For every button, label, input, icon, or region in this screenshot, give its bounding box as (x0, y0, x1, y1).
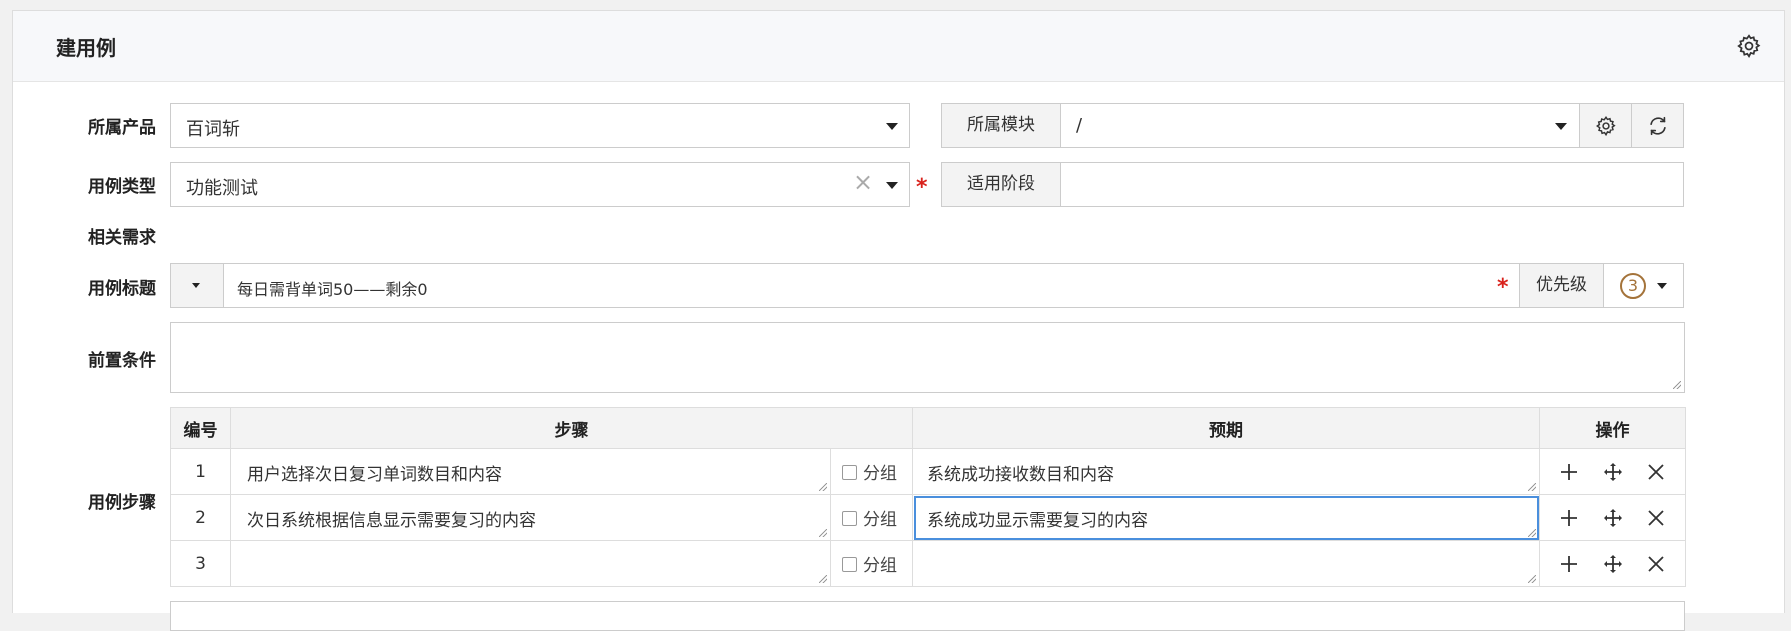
row-actions (1539, 448, 1686, 495)
page-title: 建用例 (56, 36, 116, 60)
plus-icon[interactable] (1559, 554, 1579, 574)
step-text: 次日系统根据信息显示需要复习的内容 (247, 511, 536, 531)
type-label: 用例类型 (88, 177, 156, 197)
group-checkbox[interactable] (842, 557, 857, 572)
chevron-down-icon (192, 283, 200, 288)
resize-handle[interactable] (1528, 575, 1536, 583)
chevron-down-icon (886, 182, 898, 189)
chevron-down-icon (1555, 123, 1567, 130)
title-input[interactable]: 每日需背单词50——剩余0 * (223, 263, 1520, 308)
resize-handle[interactable] (819, 529, 827, 537)
col-header-expect: 预期 (912, 407, 1540, 449)
type-value: 功能测试 (186, 178, 258, 199)
move-icon[interactable] (1603, 508, 1623, 528)
step-textarea[interactable] (230, 540, 831, 587)
col-header-actions: 操作 (1539, 407, 1686, 449)
close-icon[interactable] (1646, 554, 1666, 574)
chevron-down-icon (1657, 283, 1667, 289)
gear-icon (1596, 116, 1616, 137)
group-checkbox[interactable] (842, 511, 857, 526)
module-select[interactable]: / (1060, 103, 1580, 148)
module-refresh-button[interactable] (1631, 103, 1684, 148)
group-label: 分组 (863, 510, 897, 530)
close-icon[interactable] (1646, 462, 1666, 482)
steps-label: 用例步骤 (88, 493, 156, 513)
precondition-label: 前置条件 (88, 351, 156, 371)
step-textarea[interactable]: 次日系统根据信息显示需要复习的内容 (230, 494, 831, 541)
step-textarea[interactable]: 用户选择次日复习单词数目和内容 (230, 448, 831, 495)
product-select[interactable]: 百词斩 (170, 103, 910, 148)
step-number: 2 (170, 494, 231, 541)
plus-icon[interactable] (1559, 462, 1579, 482)
col-header-no: 编号 (170, 407, 231, 449)
gear-icon[interactable] (1736, 33, 1762, 59)
refresh-icon (1650, 116, 1666, 136)
col-header-step: 步骤 (230, 407, 913, 449)
row-actions (1539, 540, 1686, 587)
expect-text: 系统成功显示需要复习的内容 (927, 511, 1148, 531)
step-text: 用户选择次日复习单词数目和内容 (247, 465, 502, 485)
priority-badge: 3 (1620, 273, 1646, 299)
module-value: / (1076, 115, 1083, 136)
row-actions (1539, 494, 1686, 541)
type-select[interactable]: 功能测试 × (170, 162, 910, 207)
table-row: 3 分组 (170, 540, 1686, 587)
table-row: 1 用户选择次日复习单词数目和内容 分组 系统成功接收数目和内容 (170, 448, 1686, 495)
precondition-textarea[interactable] (170, 322, 1685, 393)
story-label: 相关需求 (88, 228, 156, 248)
move-icon[interactable] (1603, 554, 1623, 574)
expect-textarea[interactable]: 系统成功显示需要复习的内容 (912, 494, 1540, 541)
stage-select[interactable] (1060, 162, 1684, 207)
resize-handle[interactable] (819, 483, 827, 491)
table-row: 2 次日系统根据信息显示需要复习的内容 分组 系统成功显示需要复习的内容 (170, 494, 1686, 541)
resize-handle[interactable] (819, 575, 827, 583)
module-label: 所属模块 (941, 103, 1061, 148)
step-number: 3 (170, 540, 231, 587)
clear-icon[interactable]: × (853, 168, 873, 196)
resize-handle[interactable] (1673, 381, 1681, 389)
expect-textarea[interactable] (912, 540, 1540, 587)
next-field[interactable] (170, 601, 1685, 631)
group-label: 分组 (863, 464, 897, 484)
priority-label: 优先级 (1519, 263, 1604, 308)
group-toggle[interactable]: 分组 (830, 540, 913, 587)
group-label: 分组 (863, 556, 897, 576)
module-settings-button[interactable] (1579, 103, 1632, 148)
product-value: 百词斩 (186, 119, 240, 140)
title-color-button[interactable] (170, 263, 224, 308)
step-number: 1 (170, 448, 231, 495)
resize-handle[interactable] (1528, 529, 1536, 537)
plus-icon[interactable] (1559, 508, 1579, 528)
chevron-down-icon (886, 123, 898, 130)
stage-label: 适用阶段 (941, 162, 1061, 207)
move-icon[interactable] (1603, 462, 1623, 482)
product-label: 所属产品 (88, 118, 156, 138)
expect-textarea[interactable]: 系统成功接收数目和内容 (912, 448, 1540, 495)
panel-header: 建用例 (13, 11, 1784, 82)
required-mark: * (1497, 275, 1509, 300)
expect-text: 系统成功接收数目和内容 (927, 465, 1114, 485)
close-icon[interactable] (1646, 508, 1666, 528)
group-toggle[interactable]: 分组 (830, 448, 913, 495)
group-toggle[interactable]: 分组 (830, 494, 913, 541)
steps-header-row: 编号 步骤 预期 操作 (170, 407, 1686, 449)
required-mark: * (916, 175, 928, 200)
group-checkbox[interactable] (842, 465, 857, 480)
steps-table: 编号 步骤 预期 操作 1 用户选择次日复习单词数目和内容 分组 系统成功接收数… (170, 407, 1686, 587)
resize-handle[interactable] (1528, 483, 1536, 491)
title-value: 每日需背单词50——剩余0 (237, 280, 428, 299)
title-label: 用例标题 (88, 279, 156, 299)
priority-select[interactable]: 3 (1603, 263, 1684, 308)
